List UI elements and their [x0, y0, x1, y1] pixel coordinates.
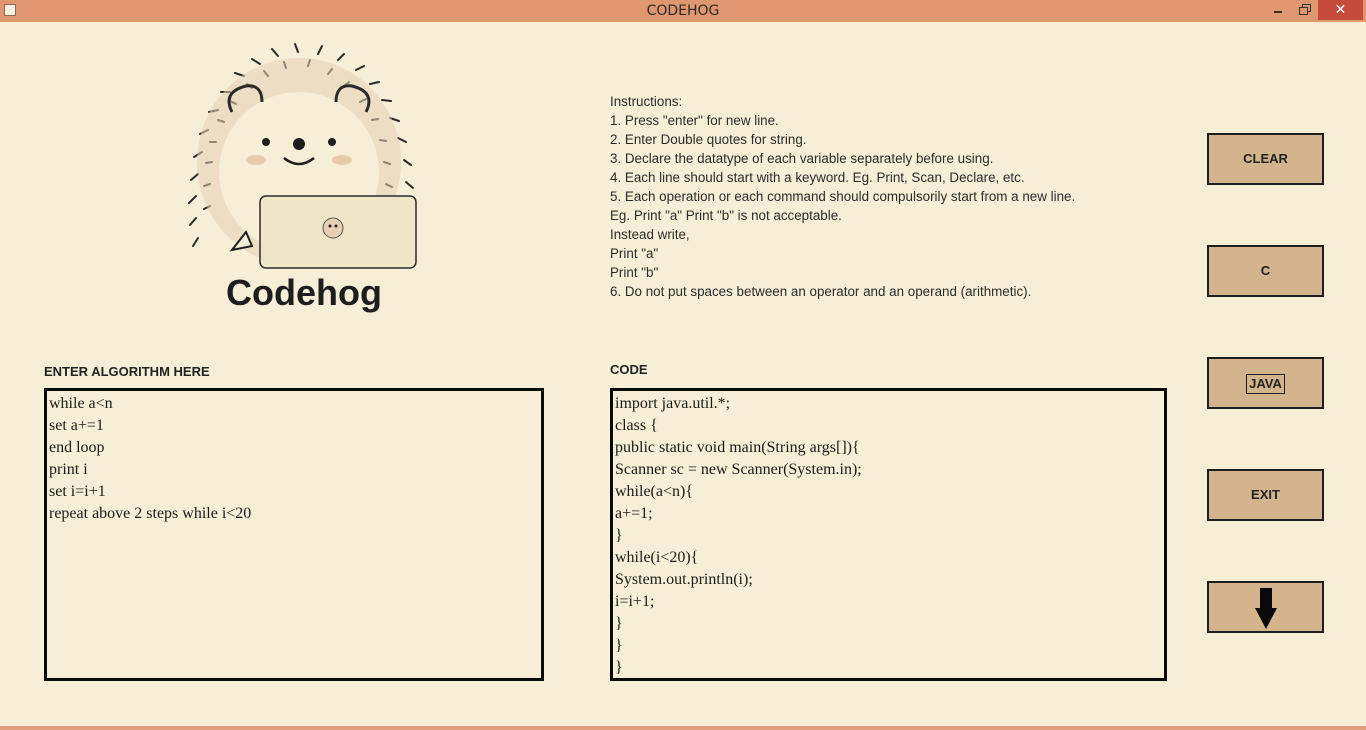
instruction-line: Instructions:	[610, 94, 683, 109]
code-line: import java.util.*;	[615, 395, 731, 412]
instruction-line: 6. Do not put spaces between an operator…	[610, 284, 1032, 299]
code-line: }	[615, 527, 623, 544]
algorithm-line: set a+=1	[49, 417, 104, 434]
clear-button[interactable]: CLEAR	[1207, 133, 1324, 185]
minimize-button[interactable]	[1267, 0, 1289, 20]
instruction-line: 3. Declare the datatype of each variable…	[610, 151, 994, 166]
instruction-line: Print "b"	[610, 265, 659, 280]
minimize-icon	[1274, 11, 1282, 13]
algorithm-input[interactable]: while a<n set a+=1 end loop print i set …	[44, 388, 544, 681]
c-button[interactable]: C	[1207, 245, 1324, 297]
title-bar: CODEHOG ✕	[0, 0, 1366, 22]
java-button[interactable]: JAVA	[1207, 357, 1324, 409]
exit-button[interactable]: EXIT	[1207, 469, 1324, 521]
download-button[interactable]	[1207, 581, 1324, 633]
instructions-panel: Instructions: 1. Press "enter" for new l…	[610, 92, 1075, 301]
restore-button[interactable]	[1293, 0, 1315, 20]
code-line: while(i<20){	[615, 549, 699, 566]
java-button-label: JAVA	[1246, 373, 1285, 394]
code-output[interactable]: import java.util.*; class { public stati…	[610, 388, 1167, 681]
code-line: Scanner sc = new Scanner(System.in);	[615, 461, 862, 478]
algorithm-label: ENTER ALGORITHM HERE	[44, 364, 210, 379]
algorithm-line: repeat above 2 steps while i<20	[49, 505, 252, 522]
nose	[293, 138, 305, 150]
code-line: }	[615, 659, 623, 676]
code-line: i=i+1;	[615, 593, 655, 610]
down-arrow-icon	[1255, 588, 1277, 629]
instruction-line: 4. Each line should start with a keyword…	[610, 170, 1025, 185]
algorithm-line: set i=i+1	[49, 483, 106, 500]
code-line: a+=1;	[615, 505, 653, 522]
left-eye	[262, 138, 270, 146]
right-eye	[328, 138, 336, 146]
algorithm-line: print i	[49, 461, 88, 478]
code-line: class {	[615, 417, 658, 434]
code-label: CODE	[610, 362, 648, 377]
algorithm-line: end loop	[49, 439, 105, 456]
code-line: while(a<n){	[615, 483, 694, 500]
instruction-line: 2. Enter Double quotes for string.	[610, 132, 807, 147]
instruction-line: 1. Press "enter" for new line.	[610, 113, 779, 128]
code-line: System.out.println(i);	[615, 571, 753, 588]
instruction-line: 5. Each operation or each command should…	[610, 189, 1076, 204]
code-line: public static void main(String args[]){	[615, 439, 860, 456]
instruction-line: Eg. Print "a" Print "b" is not acceptabl…	[610, 208, 842, 223]
instruction-line: Print "a"	[610, 246, 659, 261]
close-button[interactable]: ✕	[1318, 0, 1363, 20]
code-line: }	[615, 637, 623, 654]
bottom-border	[0, 726, 1366, 730]
window-title: CODEHOG	[646, 3, 720, 19]
code-line: }	[615, 615, 623, 632]
logo-text: Codehog	[226, 272, 382, 313]
algorithm-line: while a<n	[49, 395, 113, 412]
close-icon: ✕	[1334, 2, 1347, 18]
instruction-line: Instead write,	[610, 227, 690, 242]
